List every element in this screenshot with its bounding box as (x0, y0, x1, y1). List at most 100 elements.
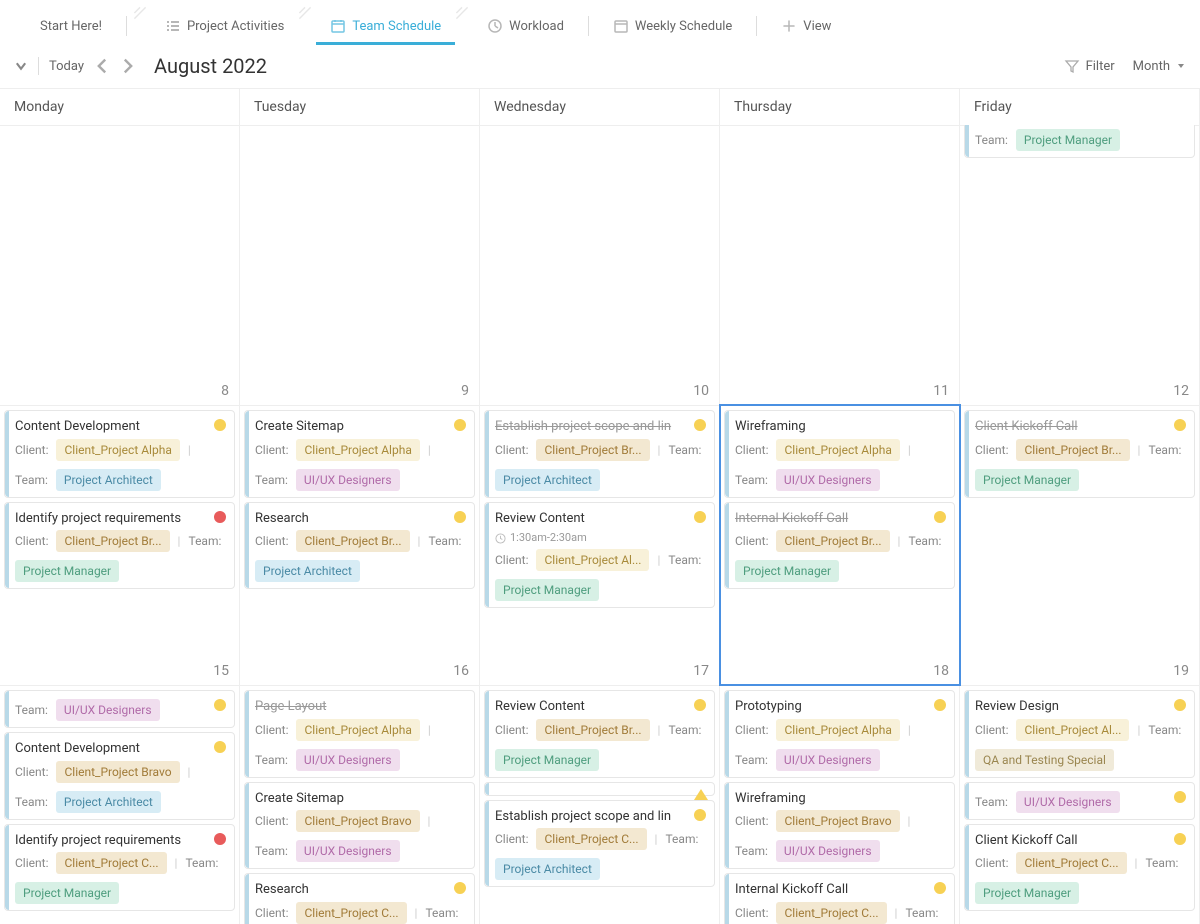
client-label: Client: (735, 904, 768, 922)
calendar-cell[interactable]: 11 (720, 125, 960, 405)
task-card[interactable]: Page Layout Client: Client_Project Alpha… (244, 690, 475, 778)
tab-start-here[interactable]: Start Here! (26, 9, 116, 44)
sidebar-toggle[interactable] (10, 15, 22, 38)
today-button[interactable]: Today (49, 59, 84, 74)
status-dot (454, 419, 466, 431)
next-button[interactable] (120, 58, 136, 74)
calendar-cell[interactable]: Review Design Client: Client_Project Al.… (960, 685, 1200, 924)
client-pill: Client_Project Alpha (56, 439, 179, 461)
calendar-cell[interactable]: Establish project scope and lin Client: … (480, 405, 720, 685)
calendar-icon (613, 18, 629, 34)
task-card[interactable]: Client Kickoff Call Client: Client_Proje… (964, 410, 1195, 498)
task-card[interactable]: Research Client: Client_Project C... | T… (244, 873, 475, 924)
task-stripe (965, 691, 969, 777)
separator: | (1135, 854, 1138, 872)
task-card[interactable]: Identify project requirements Client: Cl… (4, 824, 235, 912)
prev-button[interactable] (94, 58, 110, 74)
team-pill: Project Architect (255, 560, 360, 582)
task-stripe (5, 691, 9, 727)
task-card[interactable]: Team: UI/UX Designers (964, 782, 1195, 820)
tab-project-activities[interactable]: Project Activities (151, 8, 298, 44)
chevron-down-icon[interactable] (14, 59, 28, 73)
calendar-cell[interactable]: Client Kickoff Call Client: Client_Proje… (960, 405, 1200, 685)
task-card[interactable]: Team: Project Manager (964, 125, 1195, 158)
task-card[interactable]: Create Sitemap Client: Client_Project Al… (244, 410, 475, 498)
task-card[interactable]: Content Development Client: Client_Proje… (4, 410, 235, 498)
task-card[interactable]: Team: UI/UX Designers (4, 690, 235, 728)
resize-icon (133, 6, 147, 20)
date-number: 12 (1173, 383, 1189, 399)
team-pill: UI/UX Designers (776, 840, 880, 862)
task-card[interactable]: Research Client: Client_Project Br... | … (244, 502, 475, 590)
task-title: Internal Kickoff Call (735, 880, 946, 900)
task-card[interactable]: Prototyping Client: Client_Project Alpha… (724, 690, 955, 778)
team-label: Team: (15, 793, 48, 811)
status-dot (1174, 419, 1186, 431)
task-title: Identify project requirements (15, 831, 226, 851)
calendar-cell[interactable]: Page Layout Client: Client_Project Alpha… (240, 685, 480, 924)
task-card[interactable]: Wireframing Client: Client_Project Alpha… (724, 410, 955, 498)
task-card[interactable]: Review Content Client: Client_Project Br… (484, 690, 715, 778)
calendar-cell[interactable]: Create Sitemap Client: Client_Project Al… (240, 405, 480, 685)
calendar-cell[interactable]: Team: Project Manager 12 (960, 125, 1200, 405)
calendar-cell[interactable]: Prototyping Client: Client_Project Alpha… (720, 685, 960, 924)
plus-icon (781, 18, 797, 34)
task-card[interactable]: Internal Kickoff Call Client: Client_Pro… (724, 873, 955, 924)
client-pill: Client_Project C... (1016, 852, 1126, 874)
calendar-cell[interactable]: Team: UI/UX Designers Content Developmen… (0, 685, 240, 924)
task-stripe (245, 783, 249, 869)
tab-label: Weekly Schedule (635, 19, 732, 34)
nav-separator (756, 16, 757, 36)
task-card[interactable]: Create Sitemap Client: Client_Project Br… (244, 782, 475, 870)
task-card[interactable]: Content Development Client: Client_Proje… (4, 732, 235, 820)
task-card[interactable]: Review Design Client: Client_Project Al.… (964, 690, 1195, 778)
client-pill: Client_Project Bravo (776, 810, 899, 832)
client-pill: Client_Project Alpha (296, 719, 419, 741)
task-card[interactable]: Internal Kickoff Call Client: Client_Pro… (724, 502, 955, 590)
task-card[interactable]: Identify project requirements Client: Cl… (4, 502, 235, 590)
separator: | (908, 721, 911, 739)
calendar-cell[interactable]: 8 (0, 125, 240, 405)
separator: | (1137, 721, 1140, 739)
task-stripe (485, 783, 489, 795)
calendar-cell[interactable]: 10 (480, 125, 720, 405)
client-label: Client: (495, 721, 528, 739)
task-stripe (485, 801, 489, 887)
status-dot (454, 882, 466, 894)
client-pill: Client_Project Br... (1016, 439, 1129, 461)
tab-team-schedule[interactable]: Team Schedule (316, 8, 455, 44)
status-dot (1174, 791, 1186, 803)
task-title: Wireframing (735, 789, 946, 809)
calendar-cell[interactable]: 9 (240, 125, 480, 405)
tab-weekly-schedule[interactable]: Weekly Schedule (599, 8, 746, 44)
calendar-cell[interactable]: Review Content Client: Client_Project Br… (480, 685, 720, 924)
client-label: Client: (255, 904, 288, 922)
team-pill: UI/UX Designers (776, 469, 880, 491)
separator: | (178, 532, 181, 550)
task-card[interactable]: Establish project scope and lin Client: … (484, 800, 715, 888)
filter-button[interactable]: Filter (1064, 58, 1115, 74)
task-stripe (245, 691, 249, 777)
tab-label: Team Schedule (352, 19, 441, 34)
team-label: Team: (668, 551, 701, 569)
view-mode-label: Month (1133, 59, 1170, 74)
team-label: Team: (975, 793, 1008, 811)
task-card[interactable]: Establish project scope and lin Client: … (484, 410, 715, 498)
task-card[interactable]: Wireframing Client: Client_Project Bravo… (724, 782, 955, 870)
date-number: 11 (933, 383, 949, 399)
status-dot (694, 699, 706, 711)
filter-label: Filter (1086, 59, 1115, 74)
task-card[interactable] (484, 782, 715, 796)
add-view-button[interactable]: View (767, 8, 845, 44)
separator: | (175, 854, 178, 872)
view-mode-dropdown[interactable]: Month (1133, 59, 1186, 74)
tab-workload[interactable]: Workload (473, 8, 578, 44)
task-title: Page Layout (255, 697, 466, 717)
calendar-cell[interactable]: Content Development Client: Client_Proje… (0, 405, 240, 685)
task-card[interactable]: Client Kickoff Call Client: Client_Proje… (964, 824, 1195, 912)
task-stripe (485, 503, 489, 607)
calendar-cell-today[interactable]: Wireframing Client: Client_Project Alpha… (720, 405, 960, 685)
status-dot (1174, 833, 1186, 845)
task-card[interactable]: Review Content 1:30am-2:30am Client: Cli… (484, 502, 715, 608)
task-stripe (245, 411, 249, 497)
